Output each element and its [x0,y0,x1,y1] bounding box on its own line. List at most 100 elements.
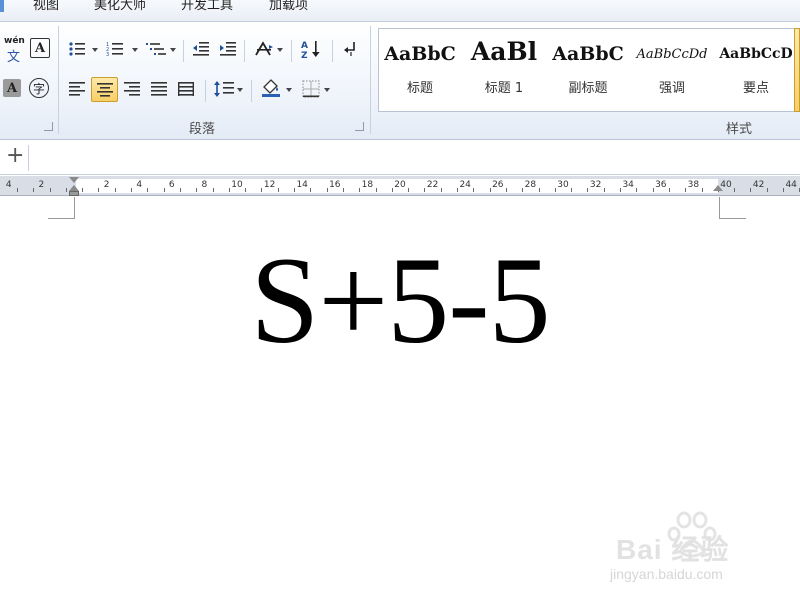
numbering-dropdown-icon[interactable] [132,48,138,52]
numbering-icon[interactable]: 123 [104,38,126,60]
tab-view[interactable]: 视图 [33,0,59,16]
multilevel-list-dropdown-icon[interactable] [170,48,176,52]
ruler-tick [147,188,148,192]
ruler-tick [392,188,393,192]
svg-text:Z: Z [301,51,308,59]
justify-icon[interactable] [148,78,170,100]
ruler-tick [343,188,344,192]
phonetic-guide-button[interactable]: wén 文 [2,36,25,65]
ruler-tick [408,188,409,192]
style-sample: AaBbC [384,43,456,65]
style-item-strong[interactable]: AaBbCcD 要点 [715,29,797,113]
ruler-tick [376,188,377,192]
ruler-label: 44 [785,180,797,190]
left-indent-marker[interactable] [69,191,79,196]
ruler-tick [653,188,654,192]
ruler-label: 20 [394,180,406,190]
show-hide-marks-icon[interactable] [340,38,362,60]
char-border-button[interactable]: A [30,38,50,58]
style-item-subtitle[interactable]: AaBbC 副标题 [547,29,629,113]
ruler-label: 6 [168,180,175,190]
first-line-indent-marker[interactable] [69,177,79,183]
ruler-tick [50,188,51,192]
baidu-jingyan-watermark: Bai 经验 jingyan.baidu.com [600,510,780,588]
ruler-tick [702,188,703,192]
group-separator [370,26,371,134]
ruler-tick [571,188,572,192]
ruler-tick [98,188,99,192]
group-separator [58,26,59,134]
align-right-icon[interactable] [121,78,143,100]
ruler-tick [490,188,491,192]
align-left-icon[interactable] [66,78,88,100]
ruler-label: 8 [201,180,208,190]
ruler-label: 12 [263,180,276,190]
style-name: 标题 [406,81,433,96]
sort-icon[interactable]: AZ [300,38,322,60]
borders-icon[interactable] [300,78,322,100]
ruler-tick [473,188,474,192]
paragraph-dialog-launcher-icon[interactable] [355,122,364,131]
enclose-char-button[interactable]: 字 [29,78,49,98]
font-dialog-launcher-icon[interactable] [44,122,53,131]
ribbon-tab-strip: 视图 美化大师 开发工具 加载项 [0,0,800,22]
ruler-label: 14 [296,180,308,190]
bullets-dropdown-icon[interactable] [92,48,98,52]
style-item-title[interactable]: AaBbC 标题 [379,29,461,113]
style-name: 副标题 [568,81,608,96]
ruler-label: 34 [622,180,634,190]
quick-bar-separator [28,145,29,171]
ruler-label: 2 [103,180,110,190]
ruler-tick [310,188,311,192]
ruler-tick [685,188,686,192]
tab-beautify-master[interactable]: 美化大师 [94,0,146,16]
ruler-label: 30 [557,180,569,190]
ruler-label: 24 [459,180,471,190]
style-item-heading-1[interactable]: AaBl 标题 1 [463,29,545,113]
tab-developer[interactable]: 开发工具 [181,0,233,16]
button-separator [291,40,292,62]
ruler-tick [229,188,230,192]
style-name: 标题 1 [484,81,524,96]
bullets-icon[interactable] [66,38,88,60]
borders-dropdown-icon[interactable] [324,88,330,92]
decrease-indent-icon[interactable] [190,38,212,60]
multilevel-list-icon[interactable] [145,38,167,60]
right-margin-crop-mark [719,197,746,219]
style-item-selected-edge[interactable] [794,28,800,112]
char-shading-button[interactable]: A [3,79,21,97]
ruler-tick [196,188,197,192]
ruler-tick [767,188,768,192]
button-separator [251,80,252,102]
ruler-tick [750,188,751,192]
line-spacing-icon[interactable] [213,78,235,100]
tab-addins[interactable]: 加载项 [269,0,308,16]
chinese-layout-icon[interactable] [253,38,275,60]
shading-dropdown-icon[interactable] [286,88,292,92]
align-center-icon[interactable] [91,77,118,102]
ruler-tick [294,188,295,192]
ruler-tick [33,188,34,192]
ruler-tick [359,188,360,192]
right-indent-marker[interactable] [713,185,723,191]
style-name: 要点 [742,81,769,96]
chinese-layout-dropdown-icon[interactable] [277,48,283,52]
ruler-label: 32 [589,180,602,190]
line-spacing-dropdown-icon[interactable] [237,88,243,92]
ruler-label: 26 [492,180,504,190]
enclose-char-glyph: 字 [32,81,45,96]
button-separator [205,80,206,102]
style-sample: AaBbCcDd [636,47,708,62]
styles-gallery: AaBbC 标题 AaBl 标题 1 AaBbC 副标题 AaBbCcDd 强调… [378,28,800,112]
shading-bucket-icon[interactable] [260,77,282,99]
style-item-emphasis[interactable]: AaBbCcDd 强调 [631,29,713,113]
distributed-icon[interactable] [175,78,197,100]
ruler-tick [457,188,458,192]
ruler-label: 4 [5,180,12,190]
ruler-tick [636,188,637,192]
increase-indent-icon[interactable] [217,38,239,60]
add-icon[interactable]: + [6,143,24,169]
document-text[interactable]: S+5-5 [0,231,800,371]
ruler-tick [734,188,735,192]
ruler-tick [278,188,279,192]
